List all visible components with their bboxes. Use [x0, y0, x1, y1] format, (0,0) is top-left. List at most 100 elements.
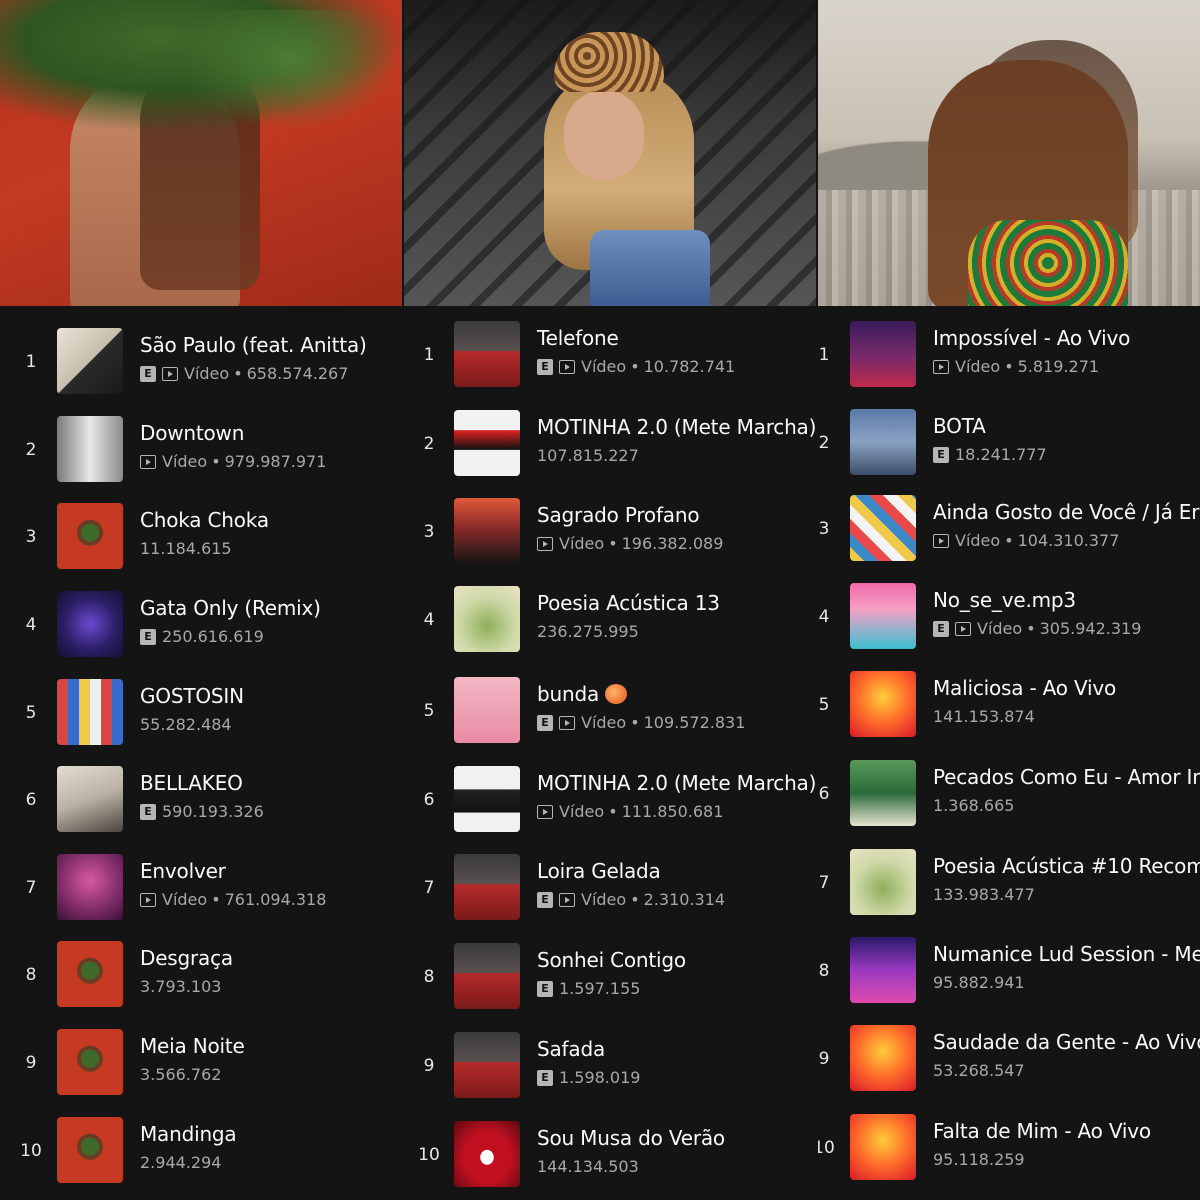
track-row[interactable]: 10 Sou Musa do Verão 144.134.503: [404, 1121, 816, 1200]
track-row[interactable]: 3 Sagrado Profano Vídeo • 196.382.089: [404, 498, 816, 578]
track-title[interactable]: Poesia Acústica #10 Recomeço: [933, 852, 1200, 880]
track-row[interactable]: 7 Loira Gelada E Vídeo • 2.310.314: [404, 854, 816, 934]
track-row[interactable]: 9 Saudade da Gente - Ao Vivo 53.268.547: [818, 1025, 1200, 1105]
peach-emoji-icon: [605, 684, 627, 704]
track-title[interactable]: Envolver: [140, 857, 402, 885]
track-title-text: Choka Choka: [140, 508, 269, 532]
track-title[interactable]: Ainda Gosto de Você / Já Era: [933, 498, 1200, 526]
album-art[interactable]: [850, 409, 916, 475]
album-art[interactable]: [454, 321, 520, 387]
track-row[interactable]: 6 BELLAKEO E 590.193.326: [0, 766, 402, 846]
album-art[interactable]: [454, 854, 520, 920]
track-title[interactable]: Impossível - Ao Vivo: [933, 324, 1200, 352]
track-row[interactable]: 4 No_se_ve.mp3 E Vídeo • 305.942.319: [818, 583, 1200, 663]
track-title[interactable]: Sou Musa do Verão: [537, 1124, 816, 1152]
track-title[interactable]: Numanice Lud Session - Medley: [933, 940, 1200, 968]
album-art[interactable]: [57, 854, 123, 920]
track-row[interactable]: 10 Falta de Mim - Ao Vivo 95.118.259: [818, 1114, 1200, 1194]
album-art[interactable]: [454, 586, 520, 652]
track-title[interactable]: Downtown: [140, 419, 402, 447]
track-title[interactable]: GOSTOSIN: [140, 682, 402, 710]
track-row[interactable]: 6 Pecados Como Eu - Amor Inteiro 1.368.665: [818, 760, 1200, 840]
album-art[interactable]: [850, 760, 916, 826]
track-title[interactable]: Sonhei Contigo: [537, 946, 816, 974]
track-row[interactable]: 9 Safada E 1.598.019: [404, 1032, 816, 1112]
album-art[interactable]: [850, 583, 916, 649]
track-meta: 55.282.484: [140, 714, 402, 736]
album-art[interactable]: [850, 321, 916, 387]
album-art[interactable]: [57, 591, 123, 657]
track-row[interactable]: 5 Maliciosa - Ao Vivo 141.153.874: [818, 671, 1200, 751]
album-art[interactable]: [850, 937, 916, 1003]
track-row[interactable]: 2 BOTA E 18.241.777: [818, 409, 1200, 489]
album-art[interactable]: [57, 941, 123, 1007]
track-row[interactable]: 4 Gata Only (Remix) E 250.616.619: [0, 591, 402, 671]
track-title[interactable]: Loira Gelada: [537, 857, 816, 885]
track-row[interactable]: 7 Poesia Acústica #10 Recomeço 133.983.477: [818, 849, 1200, 929]
track-row[interactable]: 2 Downtown Vídeo • 979.987.971: [0, 416, 402, 496]
track-row[interactable]: 5 bunda E Vídeo • 109.572.831: [404, 677, 816, 757]
track-title[interactable]: Safada: [537, 1035, 816, 1063]
album-art[interactable]: [454, 677, 520, 743]
album-art[interactable]: [850, 495, 916, 561]
track-title[interactable]: Gata Only (Remix): [140, 594, 402, 622]
track-row[interactable]: 3 Choka Choka 11.184.615: [0, 503, 402, 583]
track-title-text: MOTINHA 2.0 (Mete Marcha): [537, 415, 816, 439]
track-title-text: Ainda Gosto de Você / Já Era: [933, 500, 1200, 524]
album-art[interactable]: [454, 1121, 520, 1187]
track-title[interactable]: Choka Choka: [140, 506, 402, 534]
track-row[interactable]: 10 Mandinga 2.944.294: [0, 1117, 402, 1197]
track-rank: 10: [418, 1145, 440, 1165]
track-title[interactable]: Pecados Como Eu - Amor Inteiro: [933, 763, 1200, 791]
album-art[interactable]: [454, 1032, 520, 1098]
track-title[interactable]: Saudade da Gente - Ao Vivo: [933, 1028, 1200, 1056]
track-title[interactable]: Sagrado Profano: [537, 501, 816, 529]
track-row[interactable]: 8 Sonhei Contigo E 1.597.155: [404, 943, 816, 1023]
album-art[interactable]: [454, 498, 520, 564]
album-art[interactable]: [57, 328, 123, 394]
album-art[interactable]: [57, 503, 123, 569]
track-row[interactable]: 8 Numanice Lud Session - Medley 95.882.941: [818, 937, 1200, 1017]
track-title[interactable]: Mandinga: [140, 1120, 402, 1148]
track-row[interactable]: 2 MOTINHA 2.0 (Mete Marcha) 107.815.227: [404, 410, 816, 490]
track-title[interactable]: Telefone: [537, 324, 816, 352]
track-title[interactable]: BOTA: [933, 412, 1200, 440]
album-art[interactable]: [57, 416, 123, 482]
album-art[interactable]: [57, 1117, 123, 1183]
track-title-text: Poesia Acústica 13: [537, 591, 720, 615]
track-row[interactable]: 1 São Paulo (feat. Anitta) E Vídeo • 658.574.…: [0, 328, 402, 408]
album-art[interactable]: [850, 1025, 916, 1091]
track-info: Sagrado Profano Vídeo • 196.382.089: [537, 501, 816, 555]
track-title[interactable]: Poesia Acústica 13: [537, 589, 816, 617]
track-title[interactable]: Meia Noite: [140, 1032, 402, 1060]
album-art[interactable]: [454, 943, 520, 1009]
track-row[interactable]: 5 GOSTOSIN 55.282.484: [0, 679, 402, 759]
track-title[interactable]: São Paulo (feat. Anitta): [140, 331, 402, 359]
track-row[interactable]: 1 Impossível - Ao Vivo Vídeo • 5.819.271: [818, 321, 1200, 401]
track-row[interactable]: 9 Meia Noite 3.566.762: [0, 1029, 402, 1109]
album-art[interactable]: [57, 1029, 123, 1095]
track-title[interactable]: Desgraça: [140, 944, 402, 972]
album-art[interactable]: [454, 766, 520, 832]
album-art[interactable]: [57, 766, 123, 832]
artist-column-2: 1 Telefone E Vídeo • 10.782.741 2 MOTINHA 2.0 (…: [404, 0, 816, 1200]
track-title[interactable]: Maliciosa - Ao Vivo: [933, 674, 1200, 702]
track-title[interactable]: MOTINHA 2.0 (Mete Marcha): [537, 413, 816, 441]
track-row[interactable]: 6 MOTINHA 2.0 (Mete Marcha) Vídeo • 111.850.…: [404, 766, 816, 846]
album-art[interactable]: [454, 410, 520, 476]
track-title[interactable]: BELLAKEO: [140, 769, 402, 797]
track-meta: Vídeo • 104.310.377: [933, 530, 1200, 552]
album-art[interactable]: [850, 1114, 916, 1180]
album-art[interactable]: [850, 671, 916, 737]
track-title[interactable]: bunda: [537, 680, 816, 708]
track-row[interactable]: 8 Desgraça 3.793.103: [0, 941, 402, 1021]
track-row[interactable]: 3 Ainda Gosto de Você / Já Era Vídeo • 104.3…: [818, 495, 1200, 575]
track-title[interactable]: Falta de Mim - Ao Vivo: [933, 1117, 1200, 1145]
track-row[interactable]: 7 Envolver Vídeo • 761.094.318: [0, 854, 402, 934]
album-art[interactable]: [57, 679, 123, 745]
track-title[interactable]: MOTINHA 2.0 (Mete Marcha): [537, 769, 816, 797]
track-row[interactable]: 4 Poesia Acústica 13 236.275.995: [404, 586, 816, 666]
track-row[interactable]: 1 Telefone E Vídeo • 10.782.741: [404, 321, 816, 401]
album-art[interactable]: [850, 849, 916, 915]
track-title[interactable]: No_se_ve.mp3: [933, 586, 1200, 614]
